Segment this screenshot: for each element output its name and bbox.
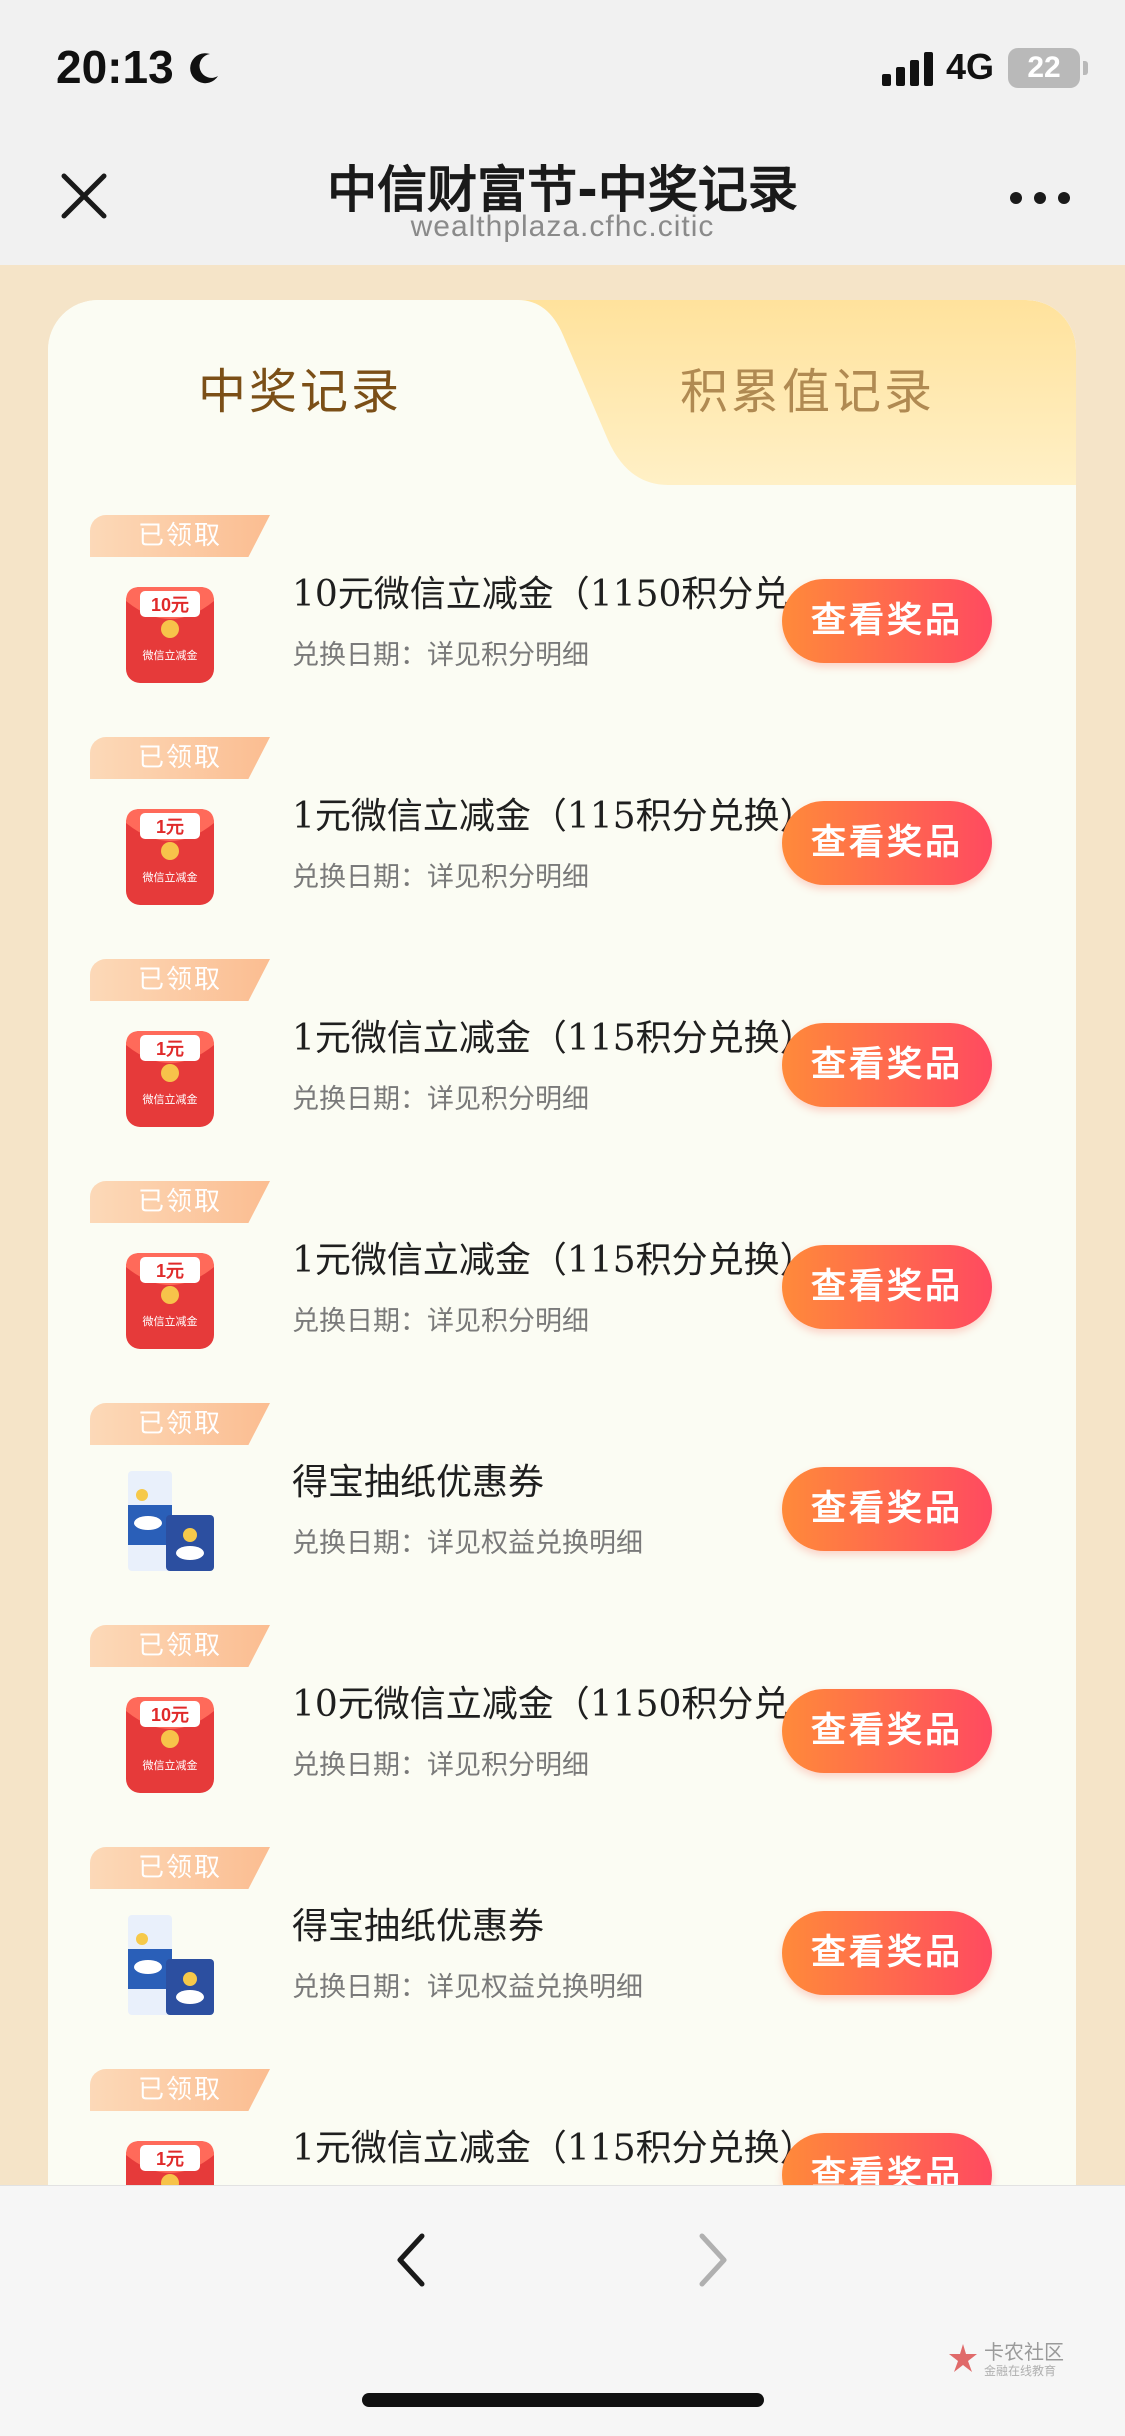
claimed-badge: 已领取: [90, 959, 270, 1001]
red-envelope-icon: 10元微信立减金: [126, 587, 214, 683]
records-card: 中奖记录 积累值记录 已领取 10元 微信立减金 10元微信立减金（1150积分兑换）…: [48, 300, 1076, 2185]
prize-title: 10元微信立减金（1150积分兑换）: [292, 574, 852, 615]
record-item: 已领取 得宝抽纸优惠券兑换日期：详见权益兑换明细 查看奖品: [48, 1847, 1076, 2069]
exchange-date: 兑换日期：详见积分明细: [292, 1306, 589, 1337]
claimed-badge: 已领取: [90, 2069, 270, 2111]
envelope-amount: 1元: [156, 1039, 184, 1059]
network-label: 4G: [946, 46, 995, 87]
view-prize-button[interactable]: 查看奖品: [782, 1245, 992, 1329]
claimed-badge: 已领取: [90, 1403, 270, 1445]
watermark-logo-icon: [949, 2344, 977, 2372]
envelope-amount: 10元: [151, 1705, 189, 1725]
red-envelope-icon: 10元微信立减金: [126, 1697, 214, 1793]
envelope-amount: 1元: [156, 817, 184, 837]
prize-title: 得宝抽纸优惠券: [292, 1462, 545, 1503]
envelope-label: 微信立减金: [143, 1314, 198, 1328]
view-prize-button[interactable]: 查看奖品: [782, 801, 992, 885]
red-envelope-icon: 1元微信立减金: [126, 2141, 214, 2185]
prize-title: 10元微信立减金（1150积分兑换）: [292, 1684, 852, 1725]
home-indicator[interactable]: [362, 2393, 764, 2407]
claimed-badge: 已领取: [90, 1625, 270, 1667]
signal-icon: [882, 52, 933, 86]
exchange-date: 兑换日期：详见权益兑换明细: [292, 1972, 643, 2003]
envelope-amount: 1元: [156, 1261, 184, 1281]
view-prize-button[interactable]: 查看奖品: [782, 1911, 992, 1995]
tab-accumulate-records[interactable]: 积累值记录: [680, 352, 935, 422]
envelope-label: 微信立减金: [143, 648, 198, 662]
moon-icon: [190, 53, 218, 84]
content-area: 中奖记录 积累值记录 已领取 10元 微信立减金 10元微信立减金（1150积分兑换）…: [0, 265, 1125, 2185]
more-icon[interactable]: [1008, 190, 1072, 206]
tab-winning-records[interactable]: 中奖记录: [198, 352, 402, 422]
prize-title: 1元微信立减金（115积分兑换）: [292, 1018, 816, 1059]
prize-title: 得宝抽纸优惠券: [292, 1906, 545, 1947]
envelope-label: 微信立减金: [143, 1758, 198, 1772]
status-time: 20:13: [56, 41, 174, 93]
exchange-date: 兑换日期：详见权益兑换明细: [292, 1528, 643, 1559]
view-prize-button[interactable]: 查看奖品: [782, 579, 992, 663]
watermark: 卡农社区 金融在线教育: [946, 2334, 1066, 2384]
red-envelope-icon: 1元微信立减金: [126, 1253, 214, 1349]
watermark-subtext: 金融在线教育: [984, 2364, 1057, 2378]
prize-title: 1元微信立减金（115积分兑换）: [292, 2128, 816, 2169]
record-item: 已领取 1元微信立减金 1元微信立减金（115积分兑换） 兑换日期：详见积分明细 查看奖…: [48, 737, 1076, 959]
forward-arrow-icon[interactable]: [692, 2230, 732, 2290]
prize-title: 1元微信立减金（115积分兑换）: [292, 796, 816, 837]
exchange-date: 兑换日期：详见积分明细: [292, 1084, 589, 1115]
view-prize-button[interactable]: 查看奖品: [782, 1023, 992, 1107]
record-item: 已领取 得宝抽纸优惠券兑换日期：详见权益兑换明细 查看奖品: [48, 1403, 1076, 1625]
claimed-badge: 已领取: [90, 737, 270, 779]
view-prize-button[interactable]: 查看奖品: [782, 2133, 992, 2185]
exchange-date: 兑换日期：详见积分明细: [292, 862, 589, 893]
view-prize-button[interactable]: 查看奖品: [782, 1689, 992, 1773]
record-item: 已领取 1元微信立减金 1元微信立减金（115积分兑换） 兑换日期：详见积分明细 查看奖…: [48, 1181, 1076, 1403]
prize-title: 1元微信立减金（115积分兑换）: [292, 1240, 816, 1281]
red-envelope-icon: 1元微信立减金: [126, 809, 214, 905]
records-list: 已领取 10元 微信立减金 10元微信立减金（1150积分兑换） 兑换日期：详见积分明细…: [48, 515, 1076, 2185]
claimed-badge: 已领取: [90, 1181, 270, 1223]
view-prize-button[interactable]: 查看奖品: [782, 1467, 992, 1551]
back-arrow-icon[interactable]: [392, 2230, 432, 2290]
claimed-badge: 已领取: [90, 1847, 270, 1889]
red-envelope-icon: 1元微信立减金: [126, 1031, 214, 1127]
claimed-badge: 已领取: [90, 515, 270, 557]
record-item: 已领取 10元微信立减金 10元微信立减金（1150积分兑换） 兑换日期：详见积分明细…: [48, 1625, 1076, 1847]
tissue-pack-icon: [128, 1471, 214, 1571]
status-bar: 20:13 4G 22: [0, 0, 1125, 135]
page-url: wealthplaza.cfhc.citic: [410, 210, 715, 243]
envelope-amount: 10元: [151, 595, 189, 615]
envelope-label: 微信立减金: [143, 870, 198, 884]
record-item: 已领取 10元微信立减金 10元微信立减金（1150积分兑换） 兑换日期：详见积分明细…: [48, 515, 1076, 737]
battery-icon: 22: [1008, 48, 1088, 88]
record-item: 已领取 1元微信立减金 1元微信立减金（115积分兑换） 兑换日期：详见积分明细 查看奖…: [48, 959, 1076, 1181]
envelope-amount: 1元: [156, 2149, 184, 2169]
exchange-date: 兑换日期：详见积分明细: [292, 640, 589, 671]
exchange-date: 兑换日期：详见积分明细: [292, 1750, 589, 1781]
tissue-pack-icon: [128, 1915, 214, 2015]
watermark-text: 卡农社区: [984, 2340, 1064, 2364]
battery-level: 22: [1027, 51, 1061, 84]
record-item: 已领取 1元微信立减金 1元微信立减金（115积分兑换）查看奖品: [48, 2069, 1076, 2185]
envelope-label: 微信立减金: [143, 1092, 198, 1106]
